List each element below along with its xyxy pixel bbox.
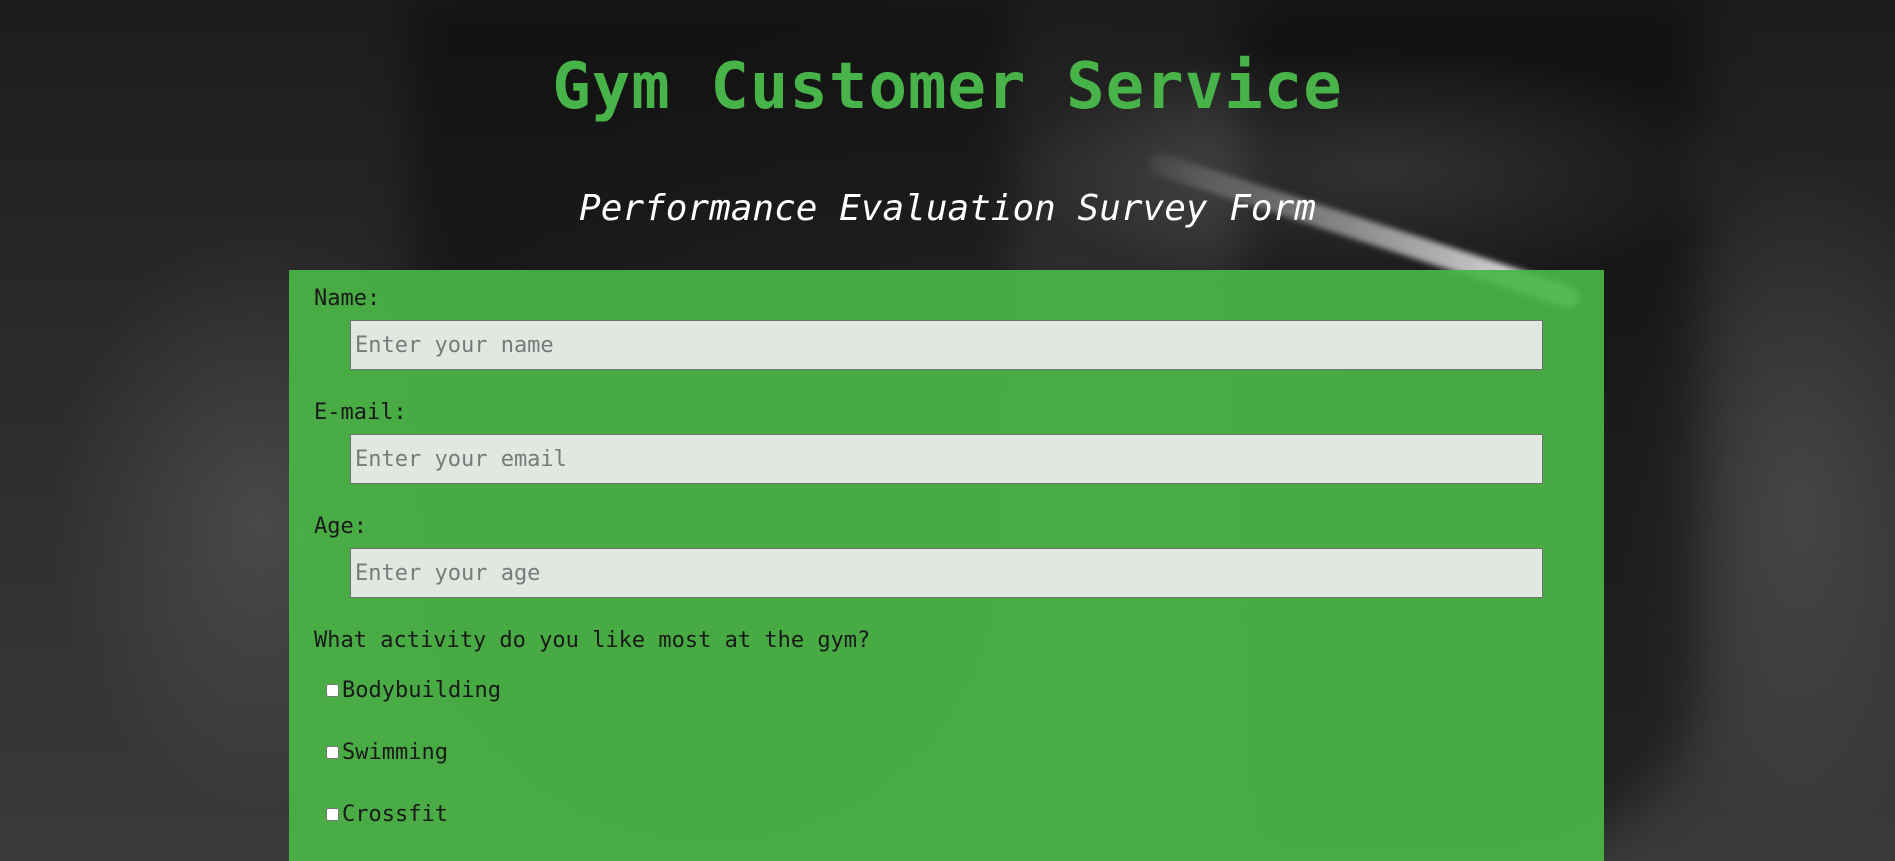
swimming-label: Swimming [342,740,448,765]
age-label: Age: [314,514,367,539]
swimming-checkbox[interactable] [326,746,339,759]
activity-option-crossfit[interactable]: Crossfit [326,802,448,827]
activity-option-bodybuilding[interactable]: Bodybuilding [326,678,501,703]
activity-option-swimming[interactable]: Swimming [326,740,448,765]
page-subtitle: Performance Evaluation Survey Form [579,188,1316,229]
bodybuilding-label: Bodybuilding [342,678,501,703]
survey-form: Name: E-mail: Age: What activity do you … [289,270,1604,861]
bodybuilding-checkbox[interactable] [326,684,339,697]
page-title: Gym Customer Service [552,50,1343,124]
crossfit-checkbox[interactable] [326,808,339,821]
name-input[interactable] [350,320,1543,370]
email-input[interactable] [350,434,1543,484]
name-label: Name: [314,286,381,311]
age-input[interactable] [350,548,1543,598]
crossfit-label: Crossfit [342,802,448,827]
email-label: E-mail: [314,400,407,425]
activity-question: What activity do you like most at the gy… [314,628,871,653]
